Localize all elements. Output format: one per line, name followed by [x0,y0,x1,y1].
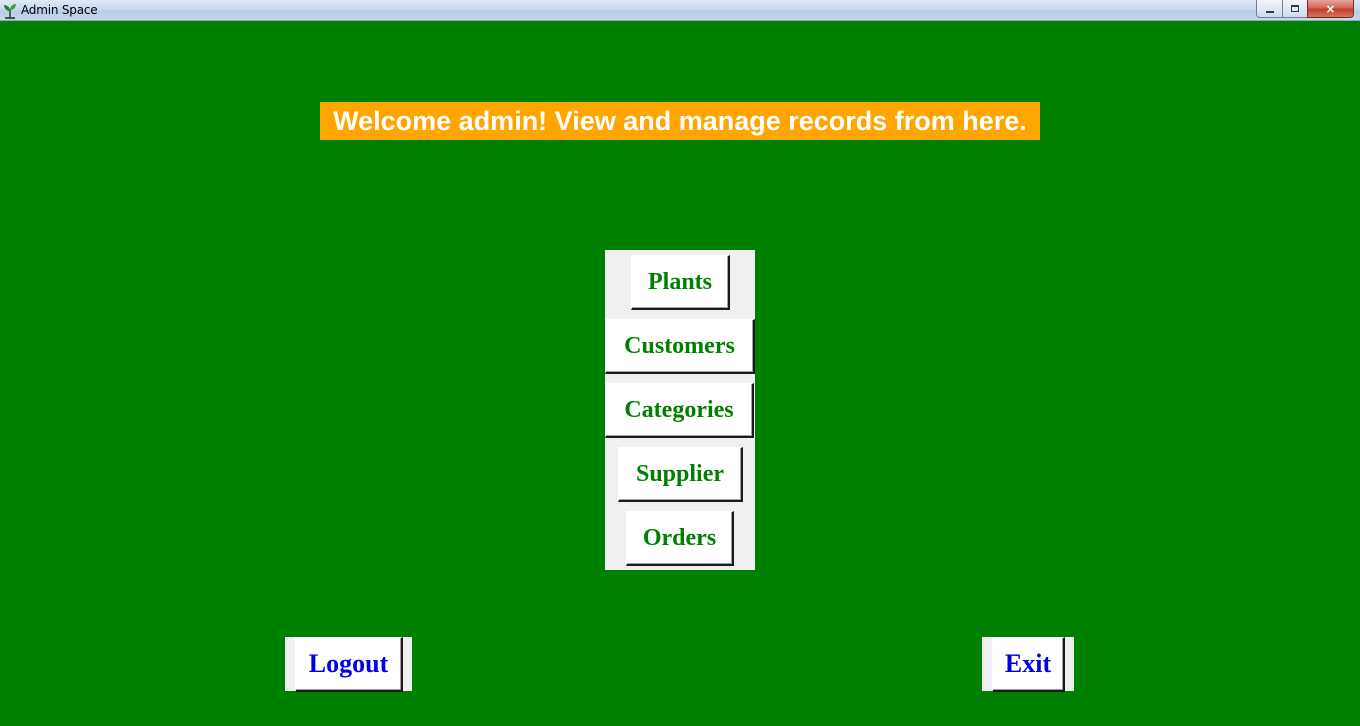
minimize-icon [1265,10,1274,13]
window-title: Admin Space [21,3,98,17]
supplier-button[interactable]: Supplier [618,447,743,502]
plants-button[interactable]: Plants [631,255,730,310]
logout-button[interactable]: Logout [295,637,403,692]
customers-button[interactable]: Customers [605,319,755,374]
welcome-banner: Welcome admin! View and manage records f… [320,102,1040,140]
categories-button[interactable]: Categories [605,383,754,438]
window-titlebar[interactable]: Admin Space × [0,0,1360,21]
close-icon: × [1325,1,1336,16]
orders-button[interactable]: Orders [626,511,734,566]
restore-button[interactable] [1282,0,1307,18]
close-button[interactable]: × [1307,0,1354,18]
plant-app-icon [4,4,16,19]
window-controls: × [1256,0,1354,18]
minimize-button[interactable] [1256,0,1282,18]
exit-button[interactable]: Exit [992,637,1065,692]
restore-icon [1291,5,1299,12]
